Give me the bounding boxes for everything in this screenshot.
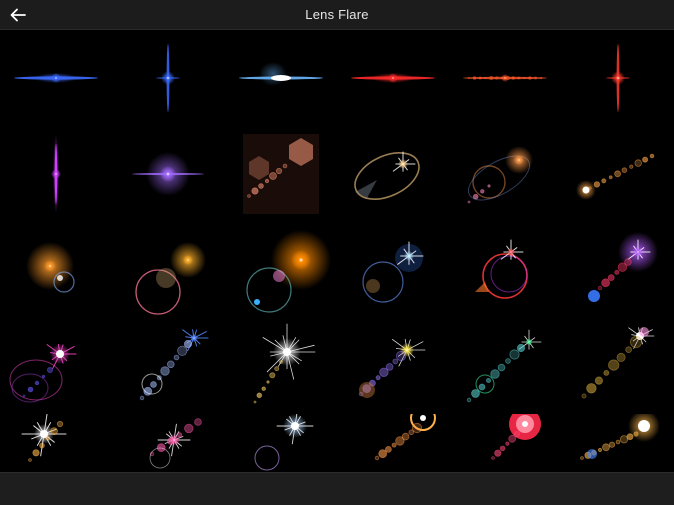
- flare-preview-blue-bokeh-chain: [140, 329, 209, 401]
- top-bar: Lens Flare: [0, 0, 674, 30]
- flare-preview-orange-ring-flare: [467, 146, 534, 204]
- page-title: Lens Flare: [305, 7, 369, 22]
- flare-preview-anamorphic-blue: [238, 62, 323, 86]
- flare-preview-orange-ring-dots: [374, 414, 436, 461]
- flare-preview-sun-circle: [245, 230, 331, 313]
- flare-tile-gold-circle[interactable]: [112, 222, 224, 318]
- flare-preview-red-spike: [605, 44, 630, 112]
- flare-preview-pink-star-chain: [580, 327, 654, 399]
- flare-preview-purple-chain: [587, 232, 658, 302]
- flare-tile-red-ring-dots[interactable]: [449, 414, 561, 472]
- flare-tile-yellow-starburst[interactable]: [337, 318, 449, 414]
- flare-tile-red-ring-star[interactable]: [449, 222, 561, 318]
- flare-tile-magenta-rings[interactable]: [0, 318, 112, 414]
- flare-preview-gold-circle: [135, 242, 207, 315]
- flare-preview-bokeh-hexagons: [242, 134, 319, 214]
- flare-tile-anamorphic-blue[interactable]: [225, 30, 337, 126]
- bottom-toolbar: [0, 472, 674, 505]
- flare-tile-sun-circle[interactable]: [225, 222, 337, 318]
- flare-preview-red-dotted-streak: [463, 74, 548, 82]
- flare-tile-red-spike[interactable]: [562, 30, 674, 126]
- flare-preview-blue-streak: [14, 73, 98, 83]
- flare-preview-red-streak: [350, 73, 435, 83]
- flare-preview-ring-star: [354, 151, 420, 200]
- flare-preview-white-starburst: [253, 323, 315, 404]
- flare-tile-orange-chain[interactable]: [562, 126, 674, 222]
- flare-preview-magenta-rings: [9, 344, 77, 403]
- flare-tile-violet-glow[interactable]: [112, 126, 224, 222]
- flare-tile-blue-white-star[interactable]: [225, 414, 337, 472]
- flare-preview-magenta-spike: [51, 134, 61, 214]
- flare-preview-yellow-starburst: [358, 338, 426, 398]
- flare-tile-blue-bokeh-chain[interactable]: [112, 318, 224, 414]
- arrow-left-icon: [10, 8, 26, 22]
- flare-preview-green-star-chain: [466, 329, 542, 403]
- flare-tile-green-star-chain[interactable]: [449, 318, 561, 414]
- flare-preview-violet-glow: [132, 152, 205, 196]
- flare-tile-bokeh-hexagons[interactable]: [225, 126, 337, 222]
- flare-tile-blue-star-ring[interactable]: [337, 222, 449, 318]
- flare-tile-orange-ring-dots[interactable]: [337, 414, 449, 472]
- flare-preview-blue-star-ring: [362, 241, 424, 303]
- flare-tile-orange-burst[interactable]: [0, 222, 112, 318]
- flare-tile-pink-starburst[interactable]: [112, 414, 224, 472]
- flare-preview-gold-ring-dots: [579, 414, 660, 460]
- flare-preview-white-star-dots: [21, 414, 67, 462]
- flare-preview-pink-starburst: [149, 418, 203, 469]
- flare-preview-red-ring-dots: [491, 414, 542, 460]
- flare-tile-magenta-spike[interactable]: [0, 126, 112, 222]
- flare-preview-blue-star: [156, 44, 181, 112]
- flare-tile-orange-ring-flare[interactable]: [449, 126, 561, 222]
- flare-tile-purple-chain[interactable]: [562, 222, 674, 318]
- flare-tile-white-starburst[interactable]: [225, 318, 337, 414]
- lens-flare-grid: [0, 30, 674, 472]
- flare-preview-blue-white-star: [254, 414, 314, 471]
- flare-tile-gold-ring-dots[interactable]: [562, 414, 674, 472]
- flare-tile-blue-star[interactable]: [112, 30, 224, 126]
- flare-tile-pink-star-chain[interactable]: [562, 318, 674, 414]
- flare-tile-red-streak[interactable]: [337, 30, 449, 126]
- flare-preview-red-ring-star: [475, 239, 528, 299]
- back-button[interactable]: [6, 3, 30, 27]
- flare-preview-orange-chain: [575, 153, 654, 200]
- flare-preview-orange-burst: [26, 242, 75, 293]
- flare-tile-red-dotted-streak[interactable]: [449, 30, 561, 126]
- flare-tile-blue-streak[interactable]: [0, 30, 112, 126]
- flare-tile-white-star-dots[interactable]: [0, 414, 112, 472]
- flare-tile-ring-star[interactable]: [337, 126, 449, 222]
